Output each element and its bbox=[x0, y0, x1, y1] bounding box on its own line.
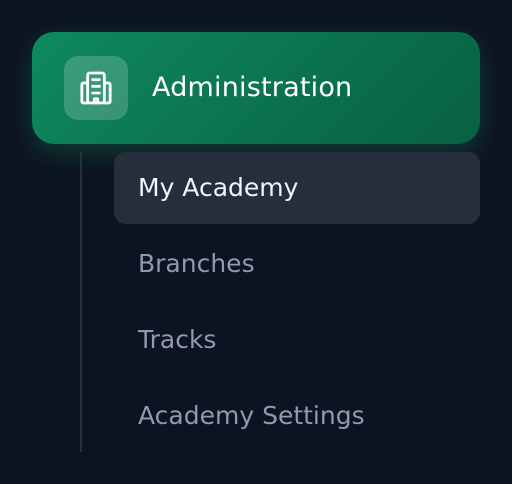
administration-submenu: My Academy Branches Tracks Academy Setti… bbox=[114, 152, 480, 456]
building-icon bbox=[64, 56, 128, 120]
submenu-item-branches[interactable]: Branches bbox=[114, 228, 480, 300]
submenu-item-academy-settings[interactable]: Academy Settings bbox=[114, 380, 480, 452]
submenu-item-my-academy[interactable]: My Academy bbox=[114, 152, 480, 224]
administration-section-header[interactable]: Administration bbox=[32, 32, 480, 144]
tree-connector-line bbox=[80, 152, 82, 452]
sidebar-nav: Administration My Academy Branches Track… bbox=[0, 0, 512, 484]
section-title: Administration bbox=[152, 72, 353, 103]
submenu-item-tracks[interactable]: Tracks bbox=[114, 304, 480, 376]
